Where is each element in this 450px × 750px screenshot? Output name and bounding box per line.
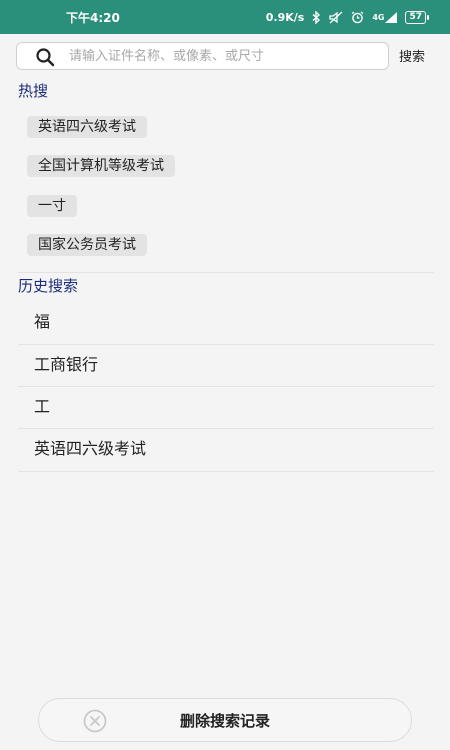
search-box[interactable] [16, 42, 389, 70]
search-button[interactable]: 搜索 [399, 46, 425, 65]
alarm-icon [351, 10, 364, 24]
history-item[interactable]: 工 [18, 387, 434, 429]
status-time: 下午4:20 [66, 10, 120, 25]
status-icons: 0.9K/s 4G 57 [265, 10, 429, 24]
history-item[interactable]: 工商银行 [18, 345, 434, 387]
battery-level: 57 [409, 11, 422, 22]
hot-search-chip[interactable]: 英语四六级考试 [27, 116, 147, 138]
hot-search-chip[interactable]: 一寸 [27, 195, 77, 217]
clear-icon [83, 709, 107, 733]
history-title: 历史搜索 [18, 277, 79, 295]
battery-icon: 57 [405, 10, 429, 24]
clear-history-label: 删除搜索记录 [179, 711, 270, 730]
search-bar: 搜索 [0, 38, 450, 78]
divider [18, 272, 434, 273]
mute-icon [329, 11, 343, 24]
network-speed: 0.9K/s [265, 10, 305, 24]
hot-search-chip[interactable]: 全国计算机等级考试 [27, 155, 175, 177]
signal-icon: 4G [372, 11, 398, 23]
status-bar: 下午4:20 0.9K/s 4G 57 [0, 0, 450, 34]
history-item[interactable]: 英语四六级考试 [18, 429, 434, 471]
search-input[interactable] [69, 43, 379, 69]
hot-search-chip[interactable]: 国家公务员考试 [27, 234, 147, 256]
bluetooth-icon [312, 10, 321, 24]
hot-search-title: 热搜 [18, 82, 49, 100]
search-icon [35, 47, 55, 67]
divider [18, 471, 434, 472]
signal-label: 4G [372, 12, 385, 22]
history-item[interactable]: 福 [18, 302, 434, 344]
clear-history-button[interactable]: 删除搜索记录 [38, 698, 412, 742]
